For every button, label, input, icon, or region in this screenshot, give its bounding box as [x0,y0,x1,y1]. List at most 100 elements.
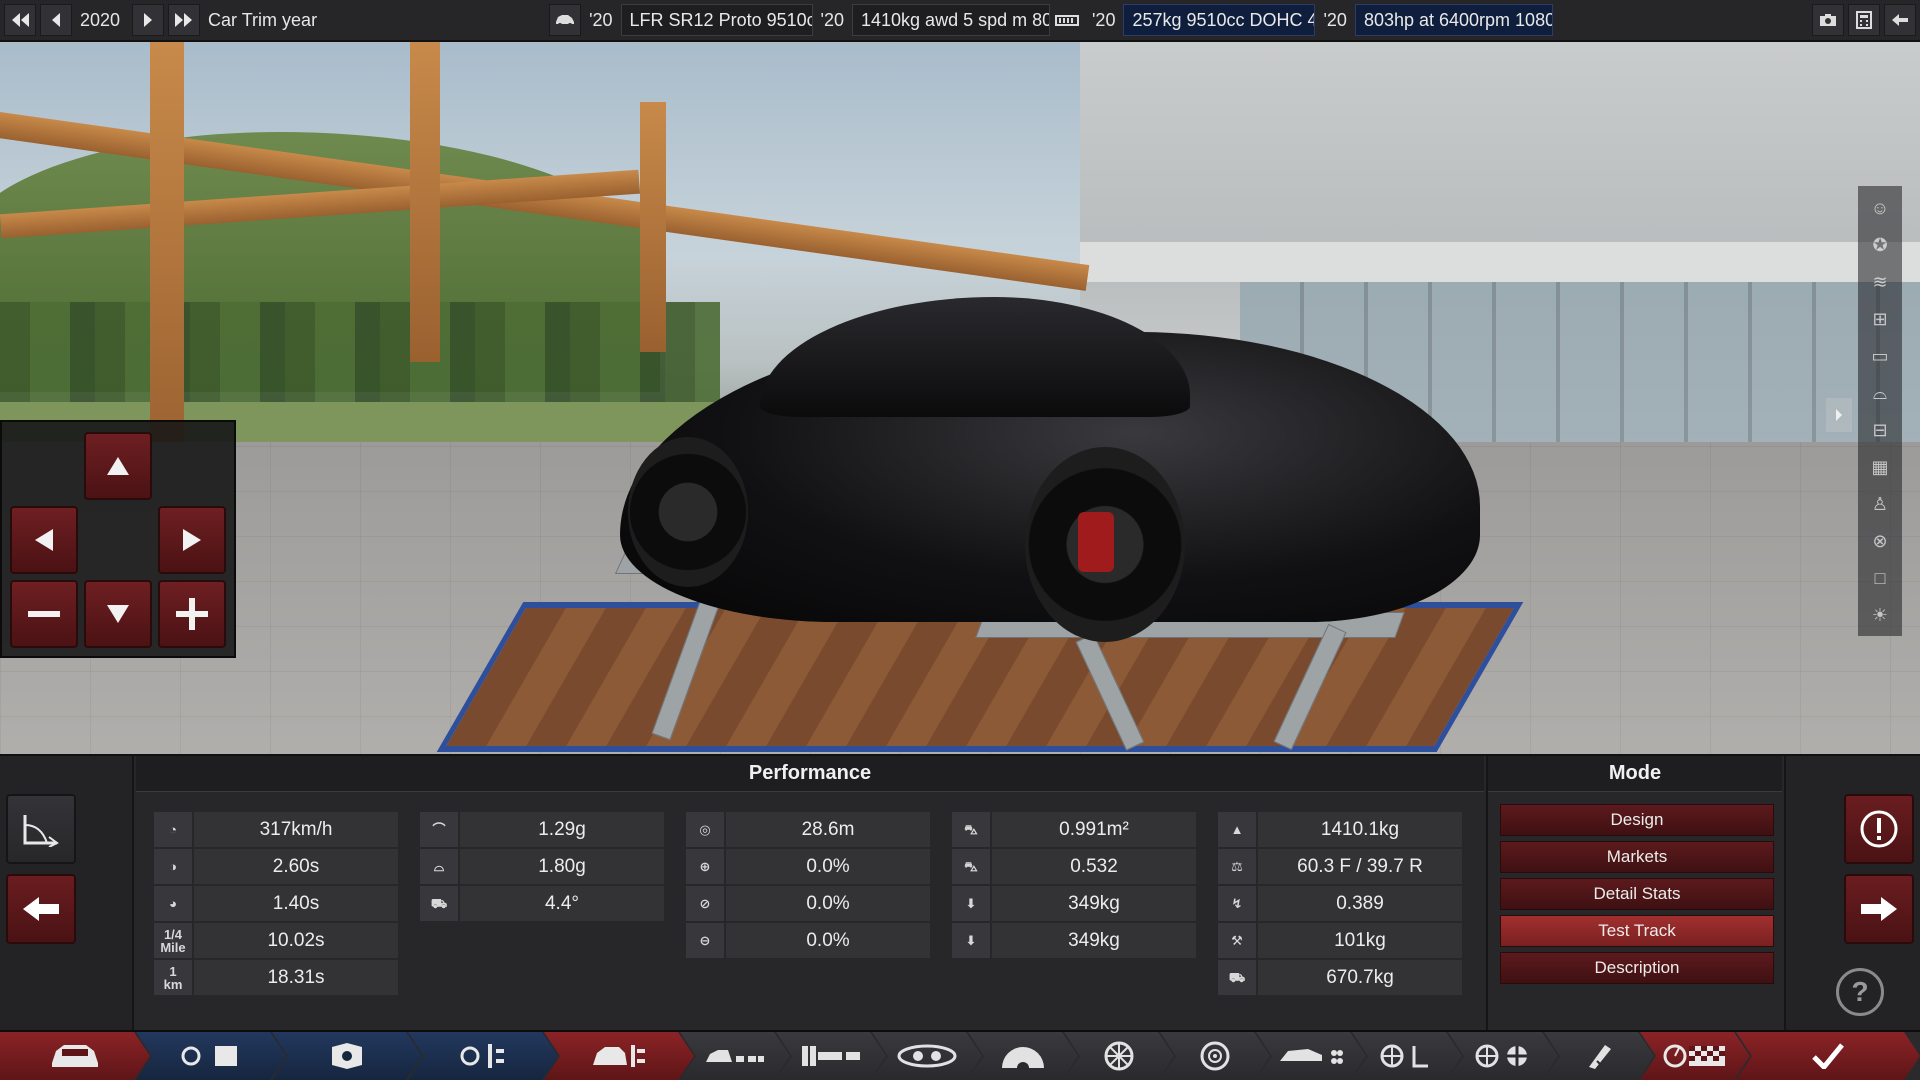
previous-step-button[interactable] [6,874,76,944]
camera-body-button[interactable]: ▭ [1867,342,1893,370]
zoom-in-button[interactable] [158,580,226,648]
first-year-button[interactable] [4,4,36,36]
camera-engine-button[interactable]: ▦ [1867,453,1893,481]
engine-family-icon [324,1041,370,1071]
weight-distribution-icon: ⚖ [1218,849,1256,884]
frontal-area-icon: ⛍ [952,812,990,847]
camera-seat-button[interactable]: ♙ [1867,490,1893,518]
warnings-button[interactable] [1844,794,1914,864]
camera-spring-button[interactable]: ≋ [1867,268,1893,296]
mode-description-button[interactable]: Description [1500,952,1774,984]
engine-year: '20 [1092,9,1116,30]
engine-icon: ▦ [1871,456,1889,477]
angle-icon [23,815,59,847]
body-style-icon [704,1046,766,1066]
nav-brakes[interactable] [1160,1032,1270,1080]
brake-wear-value: 0.0% [726,886,930,921]
nav-safety[interactable] [1448,1032,1558,1080]
warning-icon [1860,810,1898,848]
mode-detail-stats-button[interactable]: Detail Stats [1500,878,1774,910]
previous-year-button[interactable] [40,4,72,36]
double-chevron-right-icon [175,13,193,27]
drag-coefficient-value: 0.532 [992,849,1196,884]
trim-name-field[interactable]: 1410kg awd 5 spd m 803 [852,4,1050,36]
nav-suspension[interactable] [872,1032,982,1080]
camera-side-button[interactable]: ⌓ [1867,379,1893,407]
nav-drivetrain[interactable] [776,1032,886,1080]
next-year-button[interactable] [132,4,165,36]
nav-trim[interactable] [544,1032,694,1080]
nav-tuning[interactable] [1544,1032,1654,1080]
camera-right-button[interactable] [158,506,226,574]
car-side-icon: ⌓ [1872,382,1888,403]
3d-viewport[interactable] [0,42,1920,754]
frontal-area-value: 0.991m² [992,812,1196,847]
variant-name-field[interactable]: 803hp at 6400rpm 1080l [1354,4,1553,36]
stat-column-cornering: ⌒ 1.29g ⌓ 1.80g ⛟ 4.4° [420,812,664,923]
car-icon [556,15,575,27]
cargo-weight-value: 670.7kg [1258,960,1462,995]
seat-icon: ♙ [1871,493,1889,514]
checkmark-icon [1812,1043,1844,1069]
nav-wheels[interactable] [1064,1032,1174,1080]
mode-design-button[interactable]: Design [1500,804,1774,836]
camera-left-button[interactable] [10,506,78,574]
nav-car-body[interactable] [0,1032,150,1080]
chevron-right-icon [144,13,153,27]
engine-name-field[interactable]: 257kg 9510cc DOHC 4V i [1123,4,1316,36]
camera-light-button[interactable]: ☀ [1867,601,1893,629]
engine-button[interactable] [1050,4,1084,36]
stat-row: ⌒ 1.29g [420,812,664,847]
cornering-value: 1.29g [460,812,664,847]
nav-chassis-family[interactable] [136,1032,286,1080]
chevron-right-icon [1836,409,1842,421]
nav-aero[interactable] [968,1032,1078,1080]
lift-icon: ↯ [1218,886,1256,921]
camera-box-button[interactable]: □ [1867,564,1893,592]
test-track-icon [1663,1043,1727,1069]
safety-icon [1475,1042,1531,1070]
camera-driver-button[interactable]: ☺ [1867,194,1893,222]
trim-icon [591,1041,647,1071]
camera-steering-button[interactable]: ⊗ [1867,527,1893,555]
last-year-button[interactable] [168,4,201,36]
model-name-field[interactable]: LFR SR12 Proto 9510cc V [620,4,813,36]
nav-interior[interactable] [1352,1032,1462,1080]
brake-fade-value: 0.0% [726,849,930,884]
camera-wheel-button[interactable]: ✪ [1867,231,1893,259]
designer-navigation [0,1030,1920,1080]
help-button[interactable]: ? [1836,968,1884,1016]
next-step-button[interactable] [1844,874,1914,944]
expand-strip-button[interactable] [1826,398,1852,432]
nav-test-track[interactable] [1640,1032,1750,1080]
screenshot-button[interactable] [1812,4,1844,36]
drag-coefficient-icon: ⛍ [952,849,990,884]
engine-icon [1055,15,1079,26]
weight-distribution-value: 60.3 F / 39.7 R [1258,849,1462,884]
wheel-icon: ✪ [1872,234,1888,255]
camera-down-button[interactable] [84,580,152,648]
stat-row: 1/4 Mile 10.02s [154,923,398,958]
zoom-out-button[interactable] [10,580,78,648]
camera-front-button[interactable]: ⊟ [1867,416,1893,444]
nav-engine-variant[interactable] [408,1032,558,1080]
stat-row: ⛟ 670.7kg [1218,960,1462,995]
body-roll-icon: ⛟ [420,886,458,921]
quarter-mile-icon: 1/4 Mile [154,923,192,958]
mode-markets-button[interactable]: Markets [1500,841,1774,873]
car-model-button[interactable] [549,4,582,36]
mode-test-track-button[interactable]: Test Track [1500,915,1774,947]
question-mark-icon: ? [1851,976,1869,1007]
acceleration-0-100-value: 2.60s [194,849,398,884]
stat-row: ⚒ 101kg [1218,923,1462,958]
nav-body-style[interactable] [680,1032,790,1080]
back-button[interactable] [1884,4,1916,36]
camera-up-button[interactable] [84,432,152,500]
nav-finish[interactable] [1736,1032,1920,1080]
camera-chassis-button[interactable]: ⊞ [1867,305,1893,333]
nav-fixtures[interactable] [1256,1032,1366,1080]
nav-engine-family[interactable] [272,1032,422,1080]
calculator-button[interactable] [1848,4,1880,36]
angle-tool-button[interactable] [6,794,76,864]
plus-icon [176,598,208,630]
